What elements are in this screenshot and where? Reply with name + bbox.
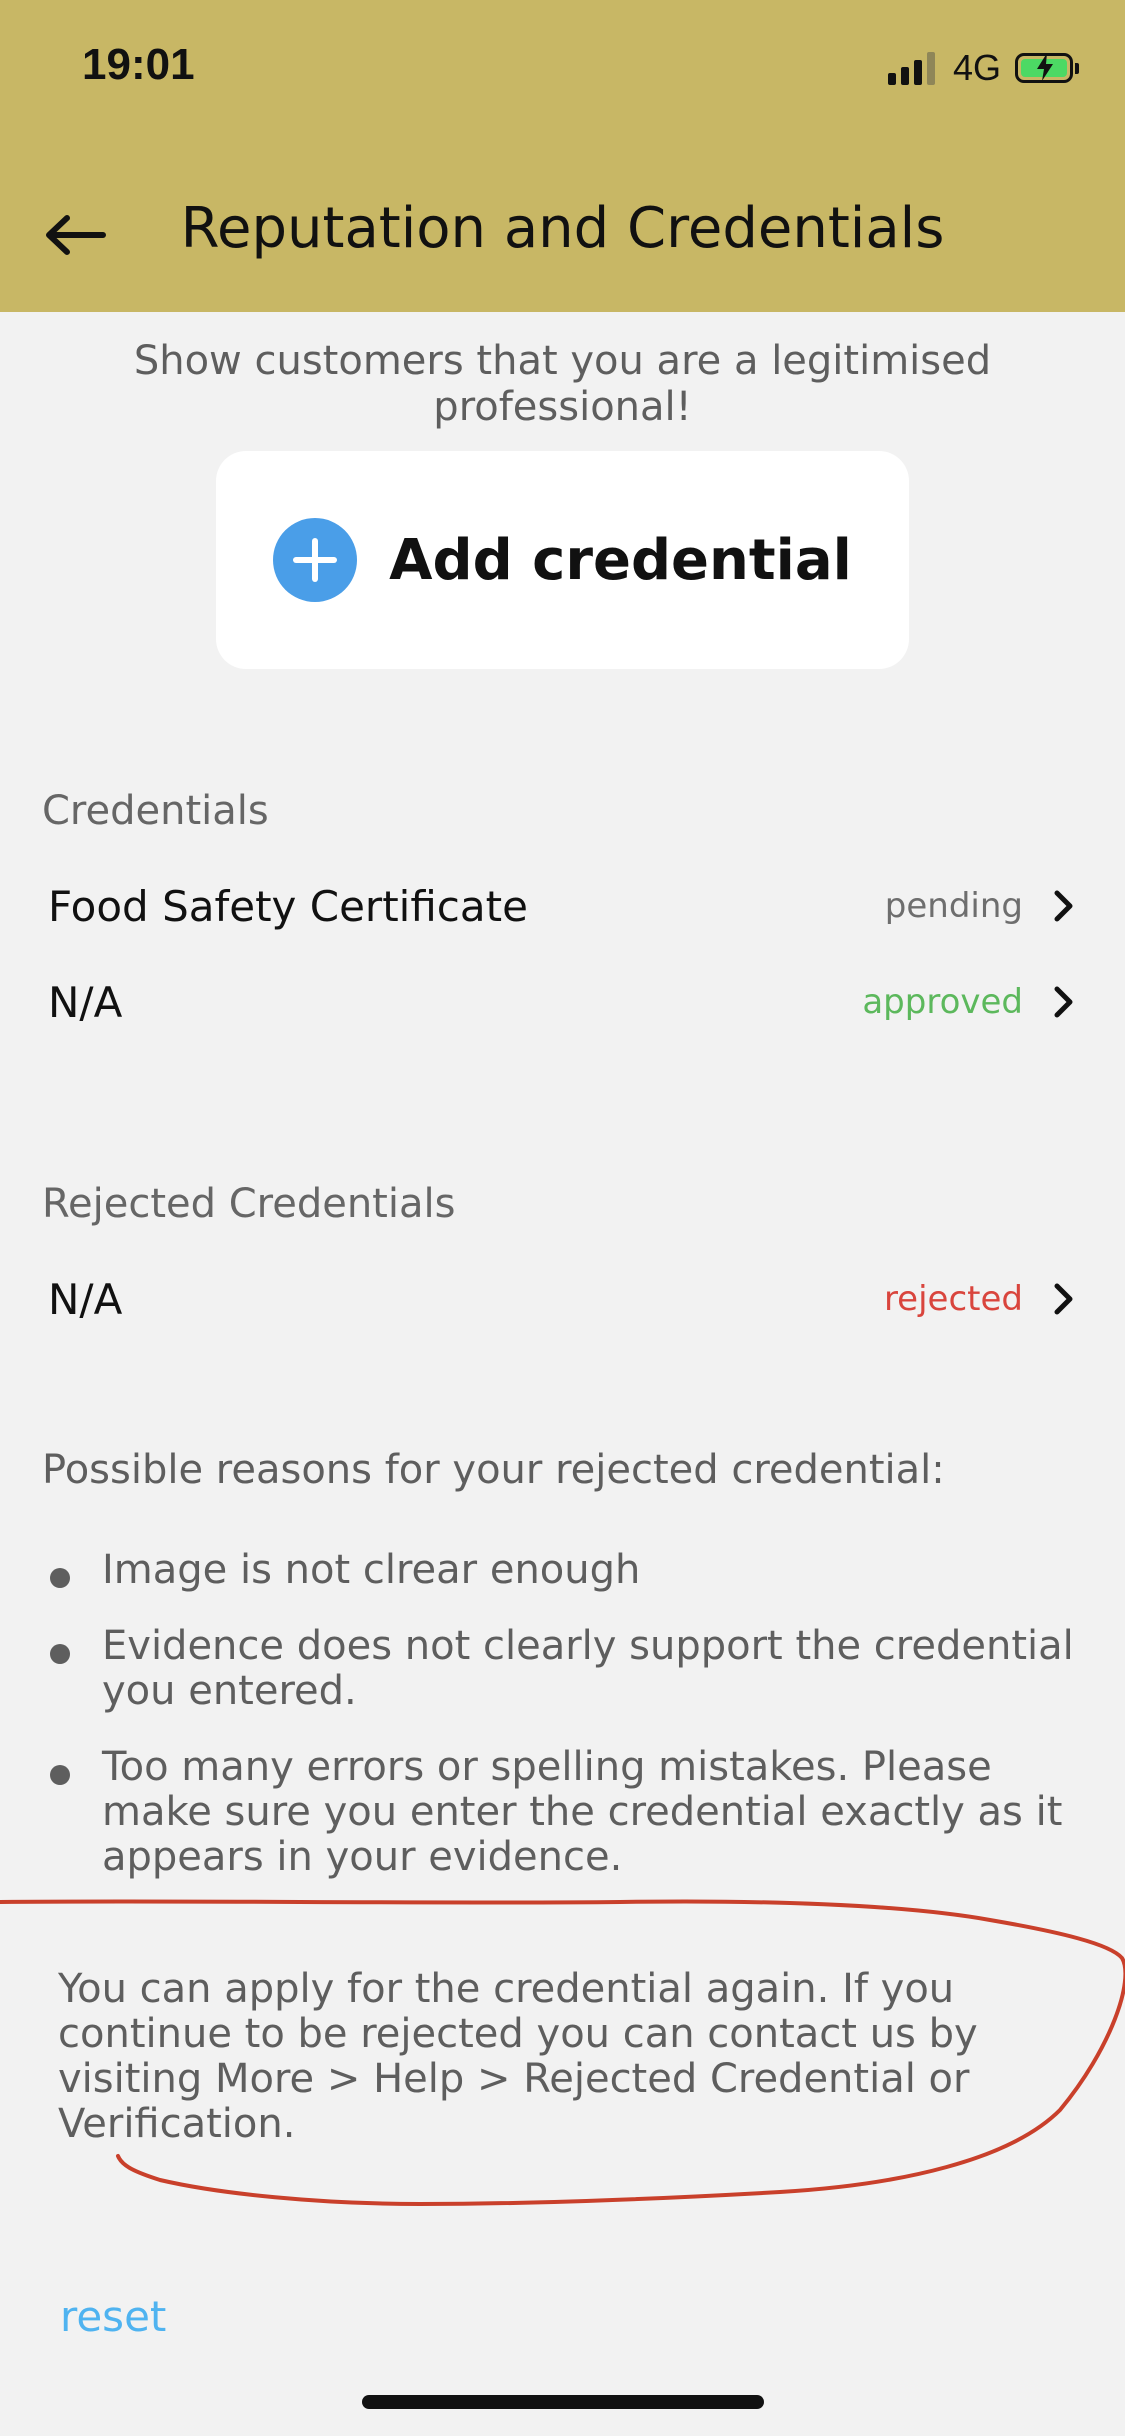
reason-item: Image is not clrear enough	[42, 1548, 1082, 1593]
page-subtitle: Show customers that you are a legitimise…	[133, 338, 992, 430]
chevron-right-icon	[1054, 986, 1073, 1018]
reason-item: Evidence does not clearly support the cr…	[42, 1624, 1082, 1714]
plus-circle-icon	[273, 518, 358, 602]
bullet-icon	[50, 1568, 70, 1588]
reapply-note: You can apply for the credential again. …	[58, 1966, 978, 2147]
credential-title: Food Safety Certificate	[48, 881, 528, 931]
reason-text: Image is not clrear enough	[102, 1547, 641, 1593]
signal-icon	[887, 51, 935, 85]
add-credential-button[interactable]: Add credential	[216, 451, 909, 669]
network-type: 4G	[952, 47, 1001, 88]
status-time: 19:01	[82, 40, 195, 89]
reason-text: Evidence does not clearly support the cr…	[102, 1623, 1074, 1714]
status-rejected: rejected	[883, 1279, 1023, 1319]
reason-text: Too many errors or spelling mistakes. Pl…	[102, 1744, 1063, 1880]
page-title: Reputation and Credentials	[180, 196, 945, 261]
home-indicator[interactable]	[362, 2395, 764, 2409]
rejected-credentials-heading: Rejected Credentials	[42, 1181, 456, 1227]
chevron-right-icon	[1054, 890, 1073, 922]
credentials-heading: Credentials	[42, 788, 269, 834]
bullet-icon	[50, 1765, 70, 1785]
credential-title: N/A	[48, 977, 123, 1027]
chevron-right-icon	[1054, 1283, 1073, 1315]
status-indicators: 4G	[887, 47, 1079, 88]
credential-row[interactable]: Food Safety Certificate pending	[0, 866, 1125, 946]
add-credential-label: Add credential	[389, 527, 852, 593]
rejection-reasons-heading: Possible reasons for your rejected crede…	[42, 1447, 945, 1493]
rejected-credential-row[interactable]: N/A rejected	[0, 1259, 1125, 1339]
reason-item: Too many errors or spelling mistakes. Pl…	[42, 1745, 1082, 1880]
reset-link[interactable]: reset	[60, 2292, 166, 2341]
app-header: 19:01 4G Reputation and Credentials	[0, 0, 1125, 312]
credential-row[interactable]: N/A approved	[0, 962, 1125, 1042]
status-approved: approved	[862, 982, 1023, 1022]
bullet-icon	[50, 1644, 70, 1664]
credential-title: N/A	[48, 1274, 123, 1324]
battery-charging-icon	[1015, 53, 1079, 83]
status-pending: pending	[884, 886, 1023, 926]
